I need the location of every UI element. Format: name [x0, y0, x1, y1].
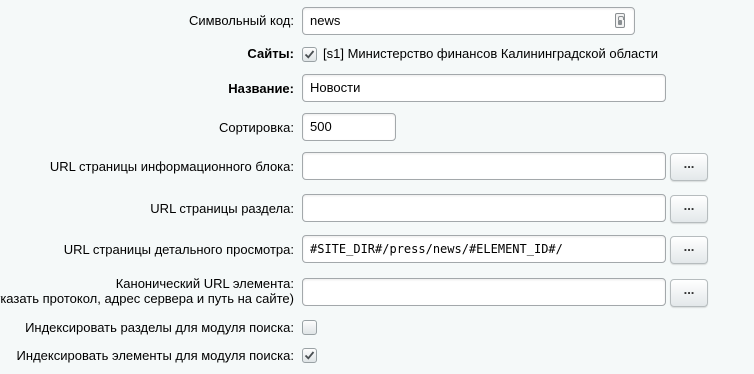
index-sections-label: Индексировать разделы для модуля поиска: — [25, 320, 294, 335]
section-url-input[interactable] — [302, 194, 666, 222]
section-url-browse-button[interactable]: ... — [670, 195, 708, 223]
canonical-url-label: Канонический URL элемента: указать прото… — [0, 276, 294, 306]
canonical-url-label-line2: указать протокол, адрес сервера и путь н… — [0, 291, 294, 306]
name-label: Название: — [228, 81, 294, 96]
sites-label: Сайты: — [247, 46, 294, 61]
section-url-label: URL страницы раздела: — [150, 201, 294, 216]
code-value: news — [310, 13, 341, 28]
index-elements-label: Индексировать элементы для модуля поиска… — [16, 348, 294, 363]
detail-url-label: URL страницы детального просмотра: — [63, 242, 294, 257]
canonical-url-input[interactable] — [302, 278, 666, 306]
index-elements-checkbox[interactable] — [302, 348, 317, 363]
detail-url-input[interactable]: #SITE_DIR#/press/news/#ELEMENT_ID#/ — [302, 235, 666, 263]
key-icon[interactable] — [615, 13, 625, 28]
sort-label: Сортировка: — [219, 120, 294, 135]
index-sections-checkbox[interactable] — [302, 320, 317, 335]
code-label: Символьный код: — [188, 13, 294, 28]
site-s1-label: [s1] Министерство финансов Калининградск… — [323, 46, 658, 61]
list-url-browse-button[interactable]: ... — [670, 153, 708, 181]
name-input[interactable]: Новости — [302, 74, 666, 102]
code-input[interactable]: news — [302, 7, 635, 35]
canonical-url-browse-button[interactable]: ... — [670, 279, 708, 307]
list-url-input[interactable] — [302, 152, 666, 180]
check-icon — [304, 50, 315, 59]
canonical-url-label-line1: Канонический URL элемента: — [115, 276, 294, 291]
sort-input[interactable]: 500 — [302, 113, 396, 141]
detail-url-browse-button[interactable]: ... — [670, 236, 708, 264]
list-url-label: URL страницы информационного блока: — [49, 159, 294, 174]
check-icon — [304, 351, 315, 360]
site-s1-checkbox[interactable] — [302, 47, 317, 62]
